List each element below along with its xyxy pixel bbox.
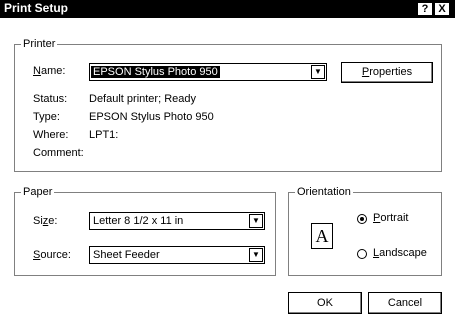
source-label-rest: ource: xyxy=(40,249,71,261)
title-bar: Print Setup ? X xyxy=(0,0,455,18)
orientation-group: Orientation A Portrait Landscape xyxy=(288,186,442,276)
properties-button[interactable]: Properties xyxy=(341,62,433,83)
paper-size-value: Letter 8 1/2 x 11 in xyxy=(93,215,184,227)
name-label-rest: ame: xyxy=(40,65,66,77)
paper-source-value: Sheet Feeder xyxy=(93,249,160,261)
properties-label-rest: roperties xyxy=(369,66,413,78)
source-label: Source: xyxy=(33,249,71,261)
paper-group: Paper Size: Letter 8 1/2 x 11 in ▼ Sourc… xyxy=(14,186,276,276)
print-setup-dialog: Print Setup ? X Printer Name: EPSON Styl… xyxy=(0,0,455,328)
where-label: Where: xyxy=(33,129,69,141)
status-value: Default printer; Ready xyxy=(89,93,196,105)
help-button[interactable]: ? xyxy=(417,2,433,16)
type-value: EPSON Stylus Photo 950 xyxy=(89,111,214,123)
landscape-radio[interactable] xyxy=(357,249,367,259)
paper-source-dropdown[interactable]: Sheet Feeder ▼ xyxy=(89,246,265,264)
size-label-rest: e: xyxy=(48,215,58,227)
comment-label: Comment: xyxy=(33,147,84,159)
cancel-button[interactable]: Cancel xyxy=(368,292,442,314)
chevron-down-icon[interactable]: ▼ xyxy=(311,65,325,79)
paper-size-dropdown[interactable]: Letter 8 1/2 x 11 in ▼ xyxy=(89,212,265,230)
size-label-pre: Si xyxy=(33,215,43,227)
printer-group: Printer Name: EPSON Stylus Photo 950 ▼ P… xyxy=(14,38,442,172)
name-label: Name: xyxy=(33,65,65,77)
type-label: Type: xyxy=(33,111,60,123)
portrait-radio[interactable] xyxy=(357,214,367,224)
chevron-down-icon[interactable]: ▼ xyxy=(249,248,263,262)
landscape-label-rest: andscape xyxy=(379,247,427,259)
chevron-down-icon[interactable]: ▼ xyxy=(249,214,263,228)
where-value: LPT1: xyxy=(89,129,119,141)
close-button[interactable]: X xyxy=(434,2,450,16)
size-label: Size: xyxy=(33,215,57,227)
orientation-group-label: Orientation xyxy=(295,186,353,198)
status-label: Status: xyxy=(33,93,68,105)
ok-button[interactable]: OK xyxy=(288,292,362,314)
printer-name-value: EPSON Stylus Photo 950 xyxy=(91,66,220,78)
portrait-label[interactable]: Portrait xyxy=(373,212,408,224)
paper-group-label: Paper xyxy=(21,186,55,198)
name-label-accel: N xyxy=(33,65,41,77)
landscape-label[interactable]: Landscape xyxy=(373,247,427,259)
printer-name-dropdown[interactable]: EPSON Stylus Photo 950 ▼ xyxy=(89,63,327,81)
window-title: Print Setup xyxy=(4,1,69,15)
portrait-page-icon: A xyxy=(311,223,333,249)
printer-group-label: Printer xyxy=(21,38,58,50)
portrait-label-rest: ortrait xyxy=(380,212,409,224)
